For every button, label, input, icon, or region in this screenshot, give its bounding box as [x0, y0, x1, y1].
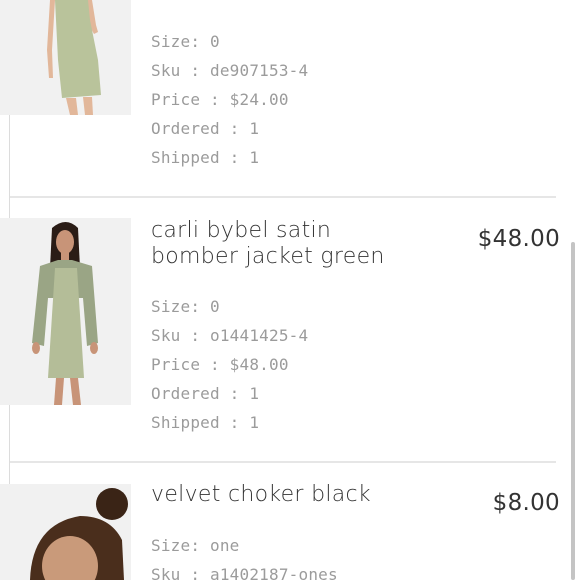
item-sku: Sku : o1441425-4 — [151, 326, 309, 345]
item-size: Size: 0 — [151, 32, 220, 51]
item-size: Size: one — [151, 536, 240, 555]
scrollbar-thumb[interactable] — [571, 242, 575, 580]
item-shipped-qty: Shipped : 1 — [151, 148, 260, 167]
item-shipped-qty: Shipped : 1 — [151, 413, 260, 432]
product-photo — [0, 218, 131, 405]
item-sku: Sku : de907153-4 — [151, 61, 309, 80]
item-unit-price: Price : $24.00 — [151, 90, 289, 109]
item-ordered-qty: Ordered : 1 — [151, 384, 260, 403]
product-photo — [0, 484, 131, 580]
item-unit-price: Price : $48.00 — [151, 355, 289, 374]
item-title[interactable]: carli bybel satin bomber jacket green — [151, 218, 421, 270]
product-image-velvet-choker[interactable] — [0, 484, 131, 580]
product-image-bomber-jacket[interactable] — [0, 218, 131, 405]
item-total-price: $48.00 — [477, 226, 560, 252]
product-image-green-dress[interactable] — [0, 0, 131, 115]
item-total-price: $8.00 — [492, 490, 560, 516]
item-divider — [10, 461, 556, 463]
item-sku: Sku : a1402187-ones — [151, 565, 338, 580]
item-size: Size: 0 — [151, 297, 220, 316]
item-ordered-qty: Ordered : 1 — [151, 119, 260, 138]
item-divider — [10, 196, 556, 198]
order-items-screen: Size: 0 Sku : de907153-4 Price : $24.00 … — [0, 0, 580, 580]
item-title[interactable]: velvet choker black — [151, 482, 421, 508]
product-photo — [0, 0, 131, 115]
